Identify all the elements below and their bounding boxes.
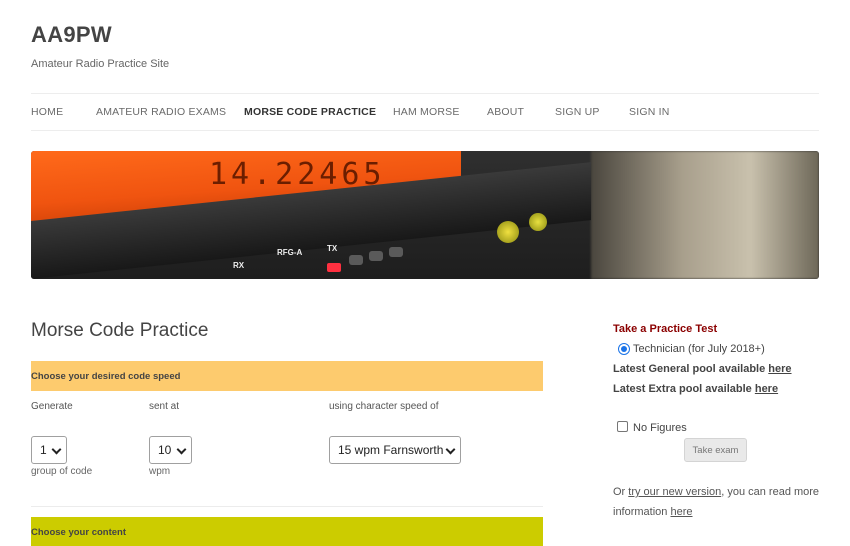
site-description: Amateur Radio Practice Site <box>31 58 170 70</box>
radio-knob <box>529 213 547 231</box>
wpm-value: 10 <box>158 443 172 457</box>
character-speed-select[interactable]: 15 wpm Farnsworth <box>329 436 461 464</box>
header-banner-image: 14.22465 RX RFG-A TX <box>31 151 819 279</box>
wpm-label: wpm <box>149 466 171 477</box>
general-pool-link[interactable]: here <box>768 363 791 375</box>
main-nav: HOME AMATEUR RADIO EXAMS MORSE CODE PRAC… <box>31 93 819 131</box>
more-info-link[interactable]: here <box>670 506 692 518</box>
character-speed-value: 15 wpm Farnsworth <box>338 443 444 457</box>
radio-button <box>369 251 383 261</box>
nav-item-home[interactable]: HOME <box>31 106 63 118</box>
radio-led <box>327 263 341 272</box>
nav-item-about[interactable]: ABOUT <box>487 106 524 118</box>
page-title: Morse Code Practice <box>31 320 209 341</box>
banner-label-rfg: RFG-A <box>277 248 303 257</box>
radio-button <box>389 247 403 257</box>
new-version-info: Or try our new version, you can read mor… <box>613 482 823 522</box>
extra-pool-label: Latest Extra pool available <box>613 383 755 395</box>
nav-item-amateur-radio-exams[interactable]: AMATEUR RADIO EXAMS <box>96 106 226 118</box>
nav-item-sign-in[interactable]: SIGN IN <box>629 106 670 118</box>
generate-label: Generate <box>31 401 73 412</box>
radio-button <box>349 255 363 265</box>
nav-item-sign-up[interactable]: SIGN UP <box>555 106 600 118</box>
section-header-content: Choose your content <box>31 517 543 546</box>
site-title[interactable]: AA9PW <box>31 22 112 48</box>
group-of-code-label: group of code <box>31 466 93 477</box>
new-version-link[interactable]: try our new version <box>628 486 721 498</box>
general-pool-label: Latest General pool available <box>613 363 769 375</box>
sent-at-label: sent at <box>149 401 180 412</box>
wpm-select[interactable]: 10 <box>149 436 192 464</box>
divider <box>31 506 543 507</box>
take-exam-button[interactable]: Take exam <box>684 438 747 462</box>
technician-radio-label: Technician (for July 2018+) <box>633 343 765 355</box>
group-count-select[interactable]: 1 <box>31 436 67 464</box>
nav-item-ham-morse[interactable]: HAM MORSE <box>393 106 460 118</box>
info-prefix: Or <box>613 486 629 498</box>
chevron-down-icon <box>445 444 456 455</box>
banner-background <box>591 151 819 279</box>
radio-knob <box>497 221 519 243</box>
banner-label-tx: TX <box>327 244 338 253</box>
no-figures-label: No Figures <box>633 422 687 434</box>
character-speed-label: using character speed of <box>329 401 439 412</box>
chevron-down-icon <box>176 444 187 455</box>
technician-radio[interactable] <box>618 343 630 355</box>
extra-pool-text: Latest Extra pool available here <box>613 383 778 395</box>
extra-pool-link[interactable]: here <box>755 383 778 395</box>
practice-test-title: Take a Practice Test <box>613 323 718 335</box>
chevron-down-icon <box>51 444 62 455</box>
banner-label-rx: RX <box>233 261 245 270</box>
section-header-code-speed: Choose your desired code speed <box>31 361 543 391</box>
nav-item-morse-code-practice[interactable]: MORSE CODE PRACTICE <box>244 106 376 118</box>
no-figures-checkbox[interactable] <box>617 421 628 432</box>
group-count-value: 1 <box>40 443 47 457</box>
general-pool-text: Latest General pool available here <box>613 363 792 375</box>
